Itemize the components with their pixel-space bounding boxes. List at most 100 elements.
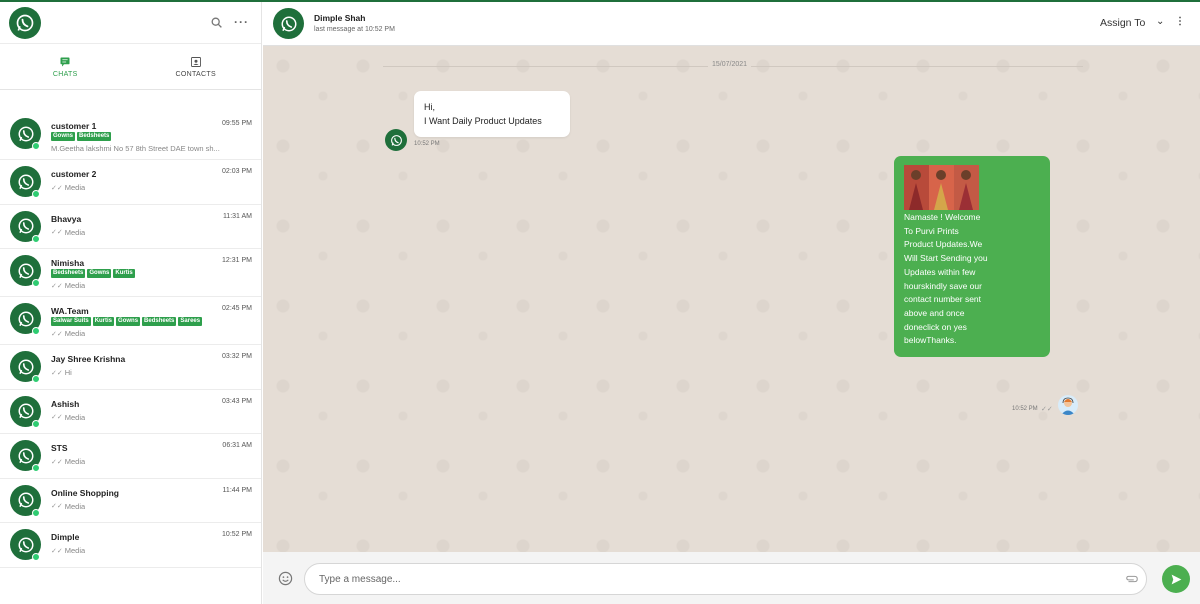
tag-badge: Bedsheets [142,317,177,326]
chat-preview-text: Media [64,329,86,338]
chat-time: 02:45 PM [222,305,252,312]
chat-list-item[interactable]: Bhavya 11:31 AM ✓✓ Media [0,205,261,249]
chat-list-item[interactable]: Nimisha 12:31 PM Bedsheets Gowns Kurtis … [0,249,261,297]
incoming-message-line: Hi, [424,102,435,112]
chat-name: customer 1 [51,121,97,131]
online-status-dot [32,279,40,287]
send-button[interactable] [1162,565,1190,593]
chat-list-item[interactable]: Jay Shree Krishna 03:32 PM ✓✓ Hi [0,345,261,390]
tag-badge: Sarees [178,317,203,326]
attachment-icon[interactable] [1125,574,1139,584]
online-status-dot [32,419,40,428]
contact-avatar-icon[interactable] [273,8,304,39]
incoming-message-bubble: Hi, I Want Daily Product Updates [414,91,570,137]
chat-preview: ✓✓ Media [51,183,85,192]
chat-time: 10:52 PM [222,531,252,538]
chat-preview: ✓✓ Media [51,413,85,422]
tag-badge: Gowns [116,317,141,326]
emoji-icon[interactable] [278,571,293,586]
message-area[interactable]: 15/07/2021 Hi, I Want Daily Product Upda… [263,46,1200,552]
tag-badge: Salwar Suits [51,317,91,326]
chat-name: Online Shopping [51,487,119,498]
chat-list-item[interactable]: customer 2 02:03 PM ✓✓ Media [0,160,261,205]
chat-name: Ashish [51,398,80,409]
tab-contacts-label: CONTACTS [175,70,216,78]
double-tick-icon: ✓✓ [51,547,63,555]
tag-badge: Bedsheets [51,269,86,278]
conversation-panel: Dimple Shah last message at 10:52 PM Ass… [263,2,1200,604]
chat-name: Jay Shree Krishna [51,354,126,364]
tag-badge: Kurtis [92,317,115,326]
chat-list-item[interactable]: customer 1 09:55 PM Gowns Bedsheets M.Ge… [0,112,261,160]
contact-name: Dimple Shah [314,13,366,23]
conversation-header: Dimple Shah last message at 10:52 PM Ass… [263,2,1200,46]
tag-row: Salwar Suits Kurtis Gowns Bedsheets Sare… [51,317,203,326]
chat-list-item[interactable]: Dimple 10:52 PM ✓✓ Media [0,523,261,568]
whatsapp-logo-icon [9,7,41,39]
kebab-menu-icon[interactable]: ⋮ [1175,16,1185,27]
outgoing-message-text: Namaste ! Welcome To Purvi Prints Produc… [904,212,990,346]
chat-list-item[interactable]: WA.Team 02:45 PM Salwar Suits Kurtis Gow… [0,297,261,345]
chat-preview-text: Media [64,183,86,192]
tag-row: Bedsheets Gowns Kurtis [51,269,135,278]
sidebar: ··· CHATS CONTACTS customer 1 09:55 PM G… [0,2,262,604]
chat-name: Nimisha [51,258,85,268]
online-status-dot [32,142,40,150]
last-message-status: last message at 10:52 PM [314,26,395,33]
chat-time: 02:03 PM [222,168,252,175]
double-tick-icon: ✓✓ [51,503,63,510]
tab-chats[interactable]: CHATS [0,44,131,89]
product-image[interactable] [904,165,979,210]
outgoing-message-bubble: Namaste ! Welcome To Purvi Prints Produc… [894,156,1050,358]
search-icon[interactable] [210,16,224,30]
incoming-message-line: I Want Daily Product Updates [424,116,542,126]
chat-icon [60,57,70,66]
chat-list-item[interactable]: STS 06:31 AM ✓✓ Media [0,434,261,479]
online-status-dot [32,375,40,383]
tag-row: Gowns Bedsheets [51,132,112,141]
chat-list: customer 1 09:55 PM Gowns Bedsheets M.Ge… [0,112,261,568]
double-tick-icon: ✓✓ [51,282,63,290]
outgoing-message-time: 10:52 PM [1012,406,1038,412]
chat-preview-text: Media [64,281,86,290]
online-status-dot [32,327,40,335]
chat-time: 11:44 PM [222,486,252,494]
chat-time: 12:31 PM [222,257,252,264]
online-status-dot [32,464,40,472]
whatsapp-avatar-icon [385,129,407,151]
chat-preview-text: Media [64,501,86,511]
chat-preview: ✓✓ Hi [51,368,72,377]
more-options-icon[interactable]: ··· [234,15,249,29]
tab-chats-label: CHATS [52,70,78,78]
chat-list-item[interactable]: Ashish 03:43 PM ✓✓ Media [0,390,261,434]
chat-preview: ✓✓ Media [51,228,85,237]
chat-preview: M.Geetha lakshmi No 57 8th Street DAE to… [51,144,220,153]
chat-list-item[interactable]: Online Shopping 11:44 PM ✓✓ Media [0,479,261,523]
agent-avatar-icon [1058,395,1078,415]
send-icon [1171,574,1181,584]
tab-contacts[interactable]: CONTACTS [131,44,262,89]
chat-time: 03:32 PM [222,353,252,360]
message-input[interactable] [304,563,1147,595]
double-tick-icon: ✓✓ [1041,406,1053,413]
chat-preview: ✓✓ Media [51,457,85,466]
assign-to-dropdown[interactable]: Assign To [1100,17,1145,29]
double-tick-icon: ✓✓ [51,184,63,192]
chat-preview: ✓✓ Media [51,502,85,511]
online-status-dot [32,553,40,561]
chat-name: Bhavya [51,213,82,224]
chat-preview-text: Media [64,227,86,237]
chat-time: 03:43 PM [222,397,252,405]
chat-time: 11:31 AM [222,212,252,220]
chat-preview: ✓✓ Media [51,281,85,290]
online-status-dot [32,190,40,198]
chat-time: 06:31 AM [222,442,252,449]
tag-badge: Gowns [87,269,112,278]
chevron-down-icon[interactable]: ⌄ [1156,16,1164,27]
double-tick-icon: ✓✓ [51,414,63,421]
chat-name: WA.Team [51,306,89,316]
double-tick-icon: ✓✓ [51,229,63,236]
double-tick-icon: ✓✓ [51,369,63,377]
online-status-dot [32,234,40,243]
chat-preview-text: Media [64,457,86,466]
